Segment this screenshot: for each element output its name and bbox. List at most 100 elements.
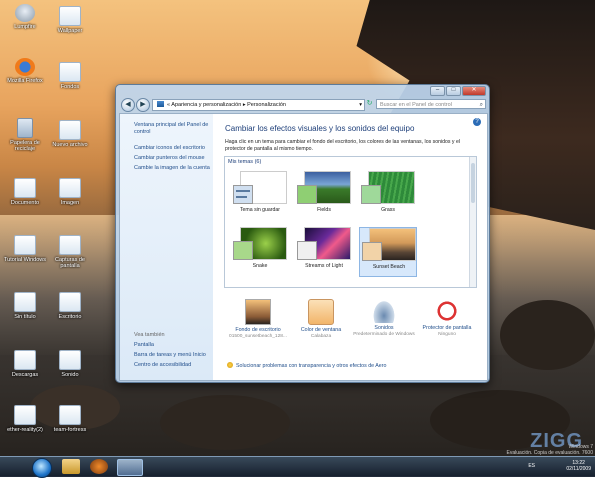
search-icon[interactable]: ⌕ xyxy=(480,100,483,110)
maximize-button[interactable]: □ xyxy=(446,86,461,96)
refresh-button[interactable]: ↻ xyxy=(365,99,374,109)
taskbar-control-panel-icon[interactable] xyxy=(117,459,143,476)
file-icon xyxy=(59,120,81,140)
file-icon xyxy=(59,178,81,198)
see-also-heading: Vea también xyxy=(134,332,165,338)
page-description: Haga clic en un tema para cambiar el fon… xyxy=(225,139,461,152)
theme-label: Fields xyxy=(317,207,331,213)
desktop-icon[interactable]: Capturas de pantalla xyxy=(45,235,95,269)
theme-label: Sunset Beach xyxy=(372,264,406,270)
theme-unsaved[interactable]: Tema sin guardar xyxy=(231,171,289,221)
scrollbar-thumb[interactable] xyxy=(471,163,475,203)
window-color-icon xyxy=(308,299,334,325)
title-bar[interactable]: – □ ✕ xyxy=(116,85,489,96)
themes-scrollbar[interactable] xyxy=(469,157,476,287)
desktop-background-setting[interactable]: Fondo de escritorio 01500_sunsetbeach_12… xyxy=(227,299,289,340)
desktop-icon[interactable]: Documento xyxy=(0,178,50,206)
desktop-icon[interactable]: Sin título xyxy=(0,292,50,320)
file-icon xyxy=(14,235,36,255)
help-button[interactable]: ? xyxy=(473,118,481,126)
theme-snake[interactable]: Snake xyxy=(231,227,289,277)
screensaver-setting[interactable]: Protector de pantalla Ninguno xyxy=(416,299,478,338)
control-panel-icon xyxy=(157,101,164,107)
desktop-icon-label: Documento xyxy=(10,200,40,206)
theme-color-swatch xyxy=(233,241,253,260)
theme-settings-bar: Fondo de escritorio 01500_sunsetbeach_12… xyxy=(227,299,477,359)
desktop-icon-label: Tutorial Windows xyxy=(4,257,46,263)
setting-title: Fondo de escritorio xyxy=(235,327,281,333)
desktop-icon[interactable]: ether-reality(2) xyxy=(0,405,50,433)
theme-label: Streams of Light xyxy=(305,263,343,269)
minimize-button[interactable]: – xyxy=(430,86,445,96)
taskbar-media-icon[interactable] xyxy=(90,459,108,474)
setting-subtitle: 01500_sunsetbeach_128... xyxy=(229,333,287,339)
theme-color-swatch xyxy=(361,185,381,204)
language-indicator[interactable]: ES xyxy=(528,463,535,469)
desktop-icon-label: Sin título xyxy=(14,314,36,320)
themes-list: Mis temas (6) Tema sin guardar Fields Gr… xyxy=(224,156,477,288)
page-title: Cambiar los efectos visuales y los sonid… xyxy=(225,124,415,133)
desktop-icon-label: Nuevo archivo xyxy=(52,142,88,148)
taskbar: ES 13:22 02/11/2009 xyxy=(0,456,595,478)
setting-title: Protector de pantalla xyxy=(422,325,472,331)
desktop-icon[interactable]: Lumpfire xyxy=(0,4,50,30)
file-icon xyxy=(59,292,81,312)
desktop-icon[interactable]: Fondos xyxy=(45,62,95,90)
theme-color-swatch xyxy=(362,242,382,261)
file-icon xyxy=(59,6,81,26)
desktop-icon-label: Imagen xyxy=(60,200,80,206)
window-color-setting[interactable]: Color de ventana Calabaza xyxy=(290,299,352,340)
taskbar-explorer-icon[interactable] xyxy=(62,459,80,474)
theme-streams-of-light[interactable]: Streams of Light xyxy=(295,227,353,277)
desktop-icon[interactable]: Mozilla Firefox xyxy=(0,58,50,84)
theme-label: Grass xyxy=(381,207,395,213)
screensaver-icon xyxy=(435,299,459,323)
left-pane: Ventana principal del Panel de control C… xyxy=(120,114,213,380)
file-icon xyxy=(59,405,81,425)
desktop-icon-label: team-fortress xyxy=(53,427,87,433)
desktop-icon[interactable]: Tutorial Windows xyxy=(0,235,50,263)
change-account-picture-link[interactable]: Cambie la imagen de la cuenta xyxy=(134,165,212,172)
my-themes-heading: Mis temas (6) xyxy=(228,159,262,165)
search-placeholder: Buscar en el Panel de control xyxy=(380,102,452,108)
theme-grass[interactable]: Grass xyxy=(359,171,417,221)
back-button[interactable]: ◀ xyxy=(121,98,135,112)
sounds-setting[interactable]: Sonidos Predeterminado de Windows xyxy=(353,299,415,338)
ease-of-access-link[interactable]: Centro de accesibilidad xyxy=(134,362,212,369)
desktop-icon[interactable]: team-fortress xyxy=(45,405,95,433)
change-desktop-icons-link[interactable]: Cambiar iconos del escritorio xyxy=(134,145,212,152)
setting-subtitle: Predeterminado de Windows xyxy=(353,331,415,337)
content-panel: Ventana principal del Panel de control C… xyxy=(119,113,488,381)
desktop-icon-label: Mozilla Firefox xyxy=(7,78,43,84)
sounds-icon xyxy=(372,299,396,323)
theme-sunset-beach[interactable]: Sunset Beach xyxy=(359,227,417,277)
clock[interactable]: 13:22 02/11/2009 xyxy=(566,460,591,472)
desktop-icon[interactable]: Escritorio xyxy=(45,292,95,320)
wallpaper-icon xyxy=(245,299,271,325)
main-pane: ? Cambiar los efectos visuales y los son… xyxy=(213,114,487,380)
file-icon xyxy=(59,62,81,82)
desktop-icon[interactable]: Imagen xyxy=(45,178,95,206)
taskbar-start-menu-link[interactable]: Barra de tareas y menú Inicio xyxy=(134,352,212,359)
file-icon xyxy=(14,405,36,425)
address-bar[interactable]: « Apariencia y personalización ▸ Persona… xyxy=(152,99,365,111)
address-dropdown-icon[interactable]: ▾ xyxy=(359,100,362,110)
theme-fields[interactable]: Fields xyxy=(295,171,353,221)
start-button[interactable] xyxy=(32,458,52,478)
change-mouse-pointers-link[interactable]: Cambiar punteros del mouse xyxy=(134,155,212,162)
desktop-icon[interactable]: Sonido xyxy=(45,350,95,378)
file-icon xyxy=(59,350,81,370)
desktop-icon[interactable]: Descargas xyxy=(0,350,50,378)
desktop-icon[interactable]: Papelera de reciclaje xyxy=(0,118,50,152)
desktop-icon[interactable]: Wallpaper xyxy=(45,6,95,34)
file-icon xyxy=(59,235,81,255)
search-input[interactable]: Buscar en el Panel de control ⌕ xyxy=(376,99,486,109)
desktop-icon[interactable]: Nuevo archivo xyxy=(45,120,95,148)
close-button[interactable]: ✕ xyxy=(462,86,486,96)
desktop-icon-label: ether-reality(2) xyxy=(7,427,43,433)
display-link[interactable]: Pantalla xyxy=(134,342,212,349)
forward-button[interactable]: ▶ xyxy=(136,98,150,112)
desktop-icon-label: Papelera de reciclaje xyxy=(10,140,40,153)
control-panel-home-link[interactable]: Ventana principal del Panel de control xyxy=(134,122,212,136)
troubleshoot-link[interactable]: Solucionar problemas con transparencia y… xyxy=(227,362,386,369)
